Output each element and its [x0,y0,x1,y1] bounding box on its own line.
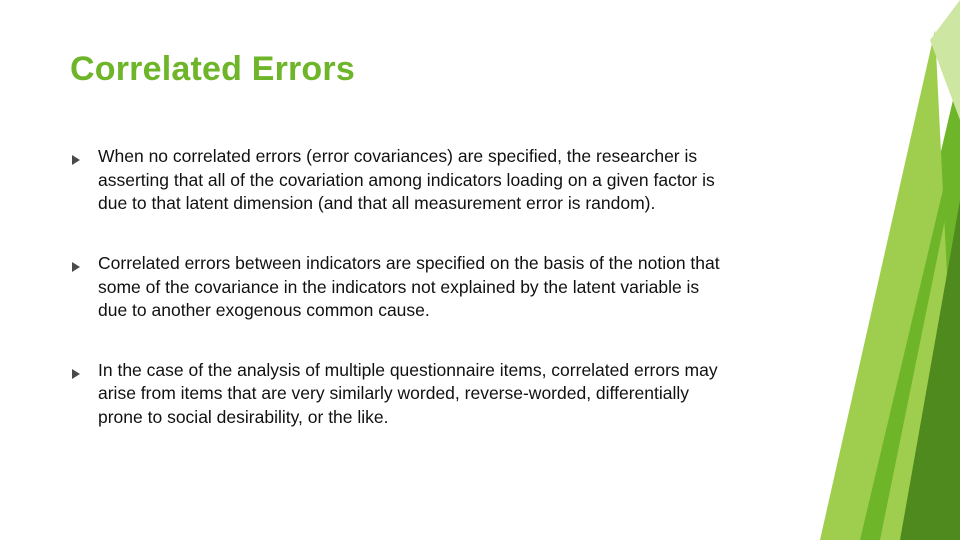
bullet-text: In the case of the analysis of multiple … [98,360,718,427]
bullet-text: When no correlated errors (error covaria… [98,146,715,213]
list-item: In the case of the analysis of multiple … [70,359,730,430]
bullet-arrow-icon [70,149,82,161]
bullet-arrow-icon [70,363,82,375]
bullet-list: When no correlated errors (error covaria… [70,145,730,430]
slide-title: Correlated Errors [70,50,890,89]
list-item: When no correlated errors (error covaria… [70,145,730,216]
list-item: Correlated errors between indicators are… [70,252,730,323]
bullet-arrow-icon [70,256,82,268]
slide: Correlated Errors When no correlated err… [0,0,960,540]
bullet-text: Correlated errors between indicators are… [98,253,720,320]
